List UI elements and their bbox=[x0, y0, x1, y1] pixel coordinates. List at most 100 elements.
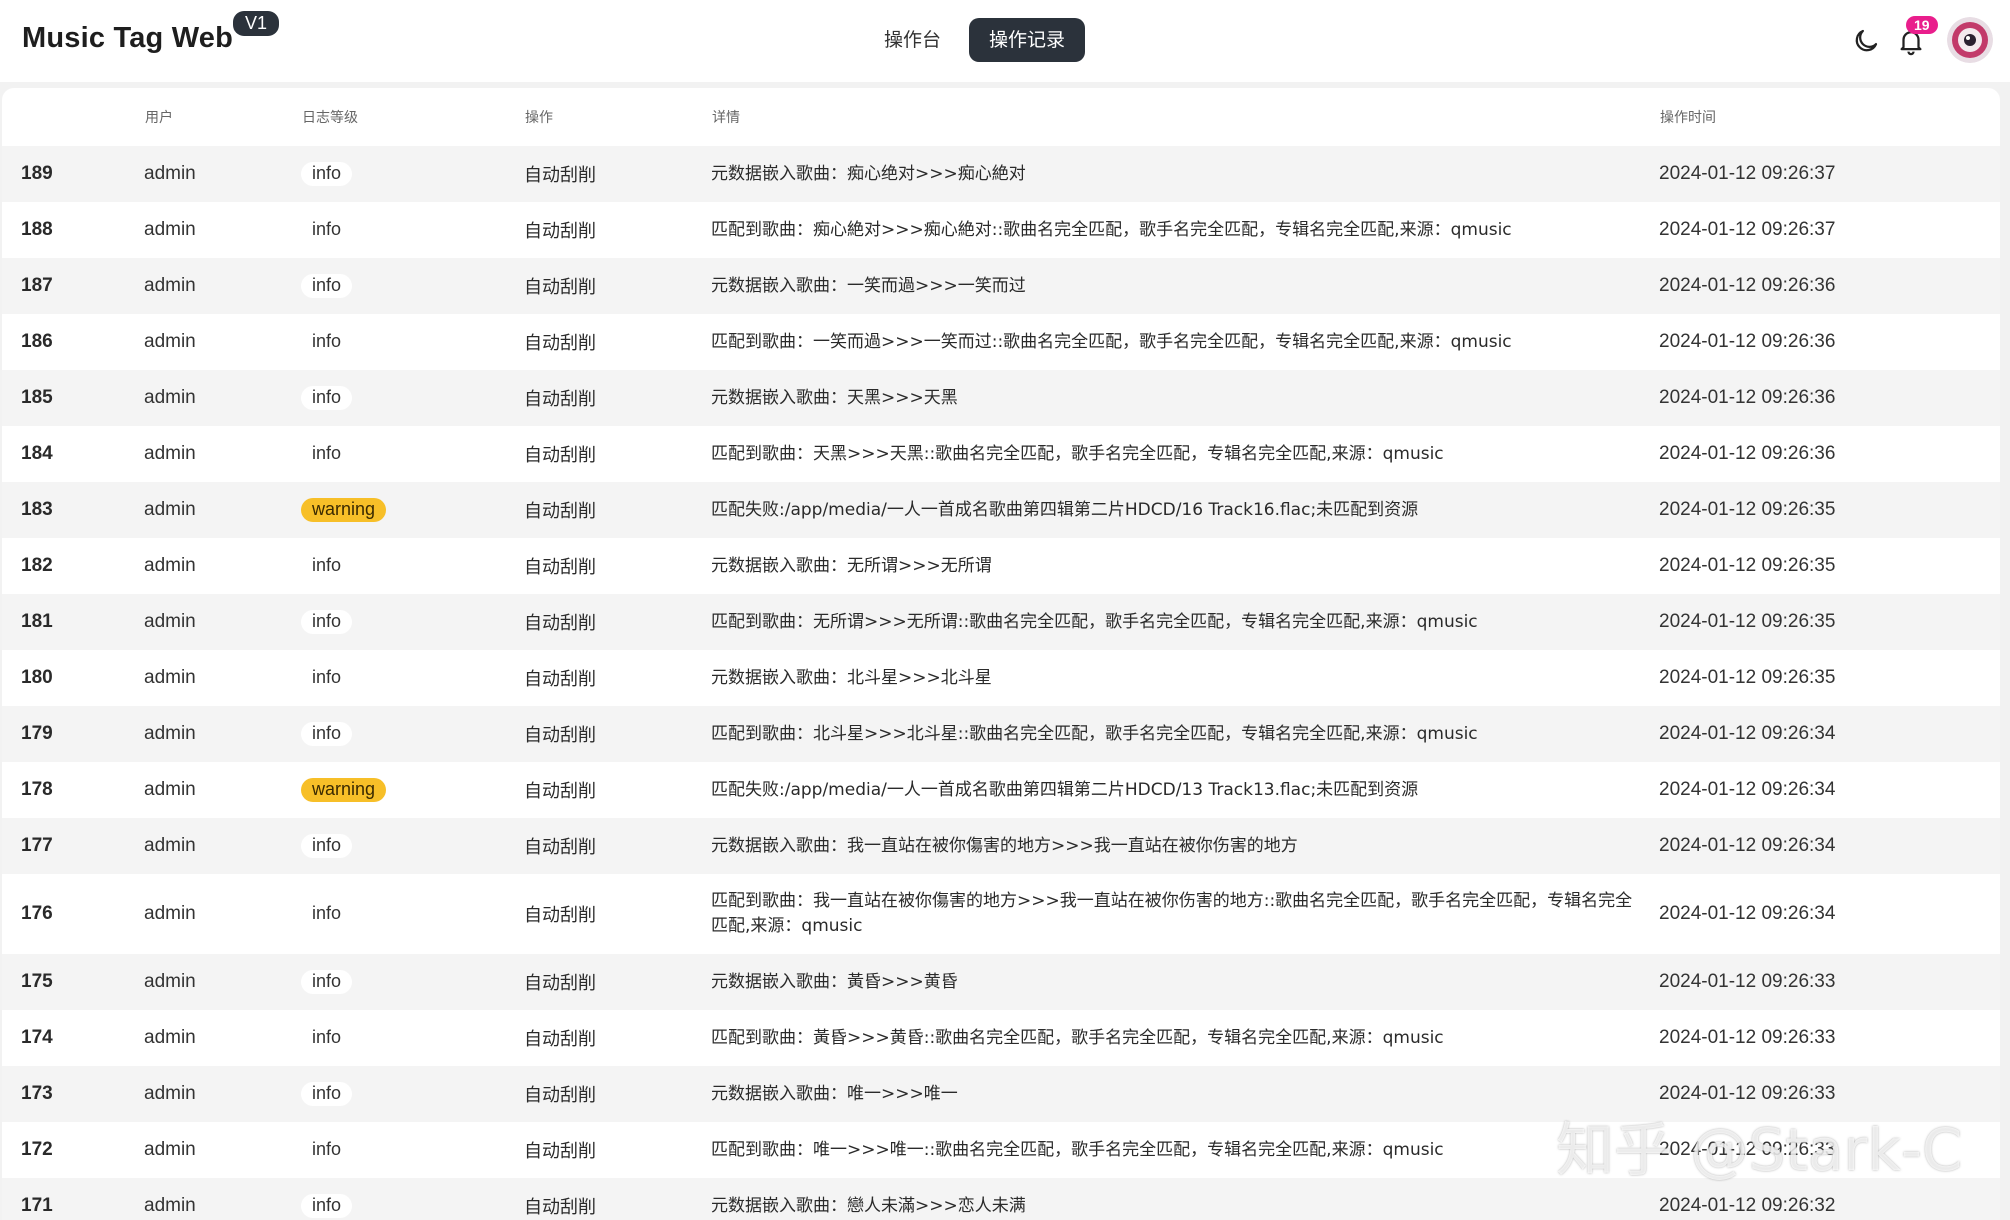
log-user-cell: admin bbox=[144, 835, 196, 856]
log-level-badge: warning bbox=[301, 778, 387, 802]
log-detail-cell: 匹配失败:/app/media/一人一首成名歌曲第四辑第二片HDCD/13 Tr… bbox=[711, 779, 1419, 800]
column-header-user[interactable]: 用户 bbox=[144, 88, 301, 146]
column-header-time[interactable]: 操作时间 bbox=[1659, 88, 2000, 146]
log-time-cell: 2024-01-12 09:26:34 bbox=[1659, 723, 1836, 744]
log-detail-cell: 匹配到歌曲：我一直站在被你傷害的地方>>>我一直站在被你伤害的地方::歌曲名完全… bbox=[711, 891, 1633, 936]
log-action-cell: 自动刮削 bbox=[524, 837, 596, 858]
log-id-cell: 183 bbox=[21, 499, 53, 520]
log-level-badge: info bbox=[301, 330, 353, 354]
log-level-cell: info bbox=[301, 594, 524, 650]
table-row[interactable]: 171 admin info 自动刮削 元数据嵌入歌曲：戀人未滿>>>恋人未满 2024-… bbox=[2, 1178, 2000, 1220]
log-level-cell: info bbox=[301, 1122, 524, 1178]
log-level-badge: info bbox=[301, 386, 353, 410]
log-detail-cell: 元数据嵌入歌曲：天黑>>>天黑 bbox=[711, 387, 958, 408]
table-row[interactable]: 187 admin info 自动刮削 元数据嵌入歌曲：一笑而過>>>一笑而过 2024-… bbox=[2, 258, 2000, 314]
log-id-cell: 186 bbox=[21, 331, 53, 352]
table-row[interactable]: 180 admin info 自动刮削 元数据嵌入歌曲：北斗星>>>北斗星 2024-01… bbox=[2, 650, 2000, 706]
log-user-cell: admin bbox=[144, 555, 196, 576]
column-header-log-level[interactable]: 日志等级 bbox=[301, 88, 524, 146]
log-id-cell: 172 bbox=[21, 1139, 53, 1160]
log-time-cell: 2024-01-12 09:26:35 bbox=[1659, 555, 1836, 576]
log-detail-cell: 元数据嵌入歌曲：戀人未滿>>>恋人未满 bbox=[711, 1195, 1026, 1216]
log-level-cell: warning bbox=[301, 482, 524, 538]
moon-icon[interactable] bbox=[1851, 26, 1881, 56]
log-level-badge: info bbox=[301, 666, 353, 690]
log-user-cell: admin bbox=[144, 779, 196, 800]
log-action-cell: 自动刮削 bbox=[524, 1141, 596, 1162]
column-header-action[interactable]: 操作 bbox=[524, 88, 711, 146]
table-row[interactable]: 181 admin info 自动刮削 匹配到歌曲：无所谓>>>无所谓::歌曲名完全匹配… bbox=[2, 594, 2000, 650]
log-user-cell: admin bbox=[144, 667, 196, 688]
table-row[interactable]: 173 admin info 自动刮削 元数据嵌入歌曲：唯一>>>唯一 2024-01-1… bbox=[2, 1066, 2000, 1122]
log-time-cell: 2024-01-12 09:26:35 bbox=[1659, 667, 1836, 688]
main-nav: 操作台 操作记录 bbox=[864, 18, 1086, 62]
log-level-cell: warning bbox=[301, 762, 524, 818]
table-row[interactable]: 188 admin info 自动刮削 匹配到歌曲：痴心絶对>>>痴心絶对::歌曲名完全… bbox=[2, 202, 2000, 258]
log-level-cell: info bbox=[301, 1010, 524, 1066]
log-id-cell: 182 bbox=[21, 555, 53, 576]
tab-operation-log[interactable]: 操作记录 bbox=[969, 18, 1086, 62]
log-action-cell: 自动刮削 bbox=[524, 1085, 596, 1106]
log-action-cell: 自动刮削 bbox=[524, 333, 596, 354]
table-row[interactable]: 186 admin info 自动刮削 匹配到歌曲：一笑而過>>>一笑而过::歌曲名完全… bbox=[2, 314, 2000, 370]
log-time-cell: 2024-01-12 09:26:33 bbox=[1659, 1139, 1836, 1160]
log-user-cell: admin bbox=[144, 903, 196, 924]
table-row[interactable]: 189 admin info 自动刮削 元数据嵌入歌曲：痴心绝对>>>痴心絶对 2024-… bbox=[2, 146, 2000, 202]
log-level-cell: info bbox=[301, 146, 524, 202]
log-level-badge: info bbox=[301, 722, 353, 746]
log-detail-cell: 元数据嵌入歌曲：一笑而過>>>一笑而过 bbox=[711, 275, 1026, 296]
table-row[interactable]: 174 admin info 自动刮削 匹配到歌曲：黃昏>>>黄昏::歌曲名完全匹配，歌… bbox=[2, 1010, 2000, 1066]
log-action-cell: 自动刮削 bbox=[524, 557, 596, 578]
log-level-badge: info bbox=[301, 162, 353, 186]
log-time-cell: 2024-01-12 09:26:33 bbox=[1659, 1027, 1836, 1048]
log-user-cell: admin bbox=[144, 1139, 196, 1160]
table-row[interactable]: 178 admin warning 自动刮削 匹配失败:/app/media/一人一首成… bbox=[2, 762, 2000, 818]
log-level-cell: info bbox=[301, 874, 524, 954]
log-id-cell: 180 bbox=[21, 667, 53, 688]
log-user-cell: admin bbox=[144, 971, 196, 992]
log-detail-cell: 元数据嵌入歌曲：黃昏>>>黄昏 bbox=[711, 971, 958, 992]
log-level-badge: info bbox=[301, 1138, 353, 1162]
log-action-cell: 自动刮削 bbox=[524, 277, 596, 298]
log-level-badge: info bbox=[301, 610, 353, 634]
log-detail-cell: 元数据嵌入歌曲：唯一>>>唯一 bbox=[711, 1083, 958, 1104]
table-row[interactable]: 179 admin info 自动刮削 匹配到歌曲：北斗星>>>北斗星::歌曲名完全匹配… bbox=[2, 706, 2000, 762]
log-detail-cell: 元数据嵌入歌曲：痴心绝对>>>痴心絶对 bbox=[711, 163, 1026, 184]
log-detail-cell: 匹配到歌曲：唯一>>>唯一::歌曲名完全匹配，歌手名完全匹配，专辑名完全匹配,来… bbox=[711, 1139, 1444, 1160]
log-id-cell: 175 bbox=[21, 971, 53, 992]
log-detail-cell: 元数据嵌入歌曲：北斗星>>>北斗星 bbox=[711, 667, 992, 688]
log-id-cell: 177 bbox=[21, 835, 53, 856]
table-row[interactable]: 177 admin info 自动刮削 元数据嵌入歌曲：我一直站在被你傷害的地方>>>我… bbox=[2, 818, 2000, 874]
log-time-cell: 2024-01-12 09:26:36 bbox=[1659, 387, 1836, 408]
log-level-cell: info bbox=[301, 1066, 524, 1122]
log-id-cell: 174 bbox=[21, 1027, 53, 1048]
log-user-cell: admin bbox=[144, 387, 196, 408]
notification-count-badge: 19 bbox=[1906, 16, 1938, 34]
log-action-cell: 自动刮削 bbox=[524, 445, 596, 466]
log-user-cell: admin bbox=[144, 1083, 196, 1104]
log-user-cell: admin bbox=[144, 275, 196, 296]
log-action-cell: 自动刮削 bbox=[524, 905, 596, 926]
table-row[interactable]: 183 admin warning 自动刮削 匹配失败:/app/media/一人一首成… bbox=[2, 482, 2000, 538]
log-id-cell: 171 bbox=[21, 1195, 53, 1216]
table-row[interactable]: 175 admin info 自动刮削 元数据嵌入歌曲：黃昏>>>黄昏 2024-01-1… bbox=[2, 954, 2000, 1010]
log-time-cell: 2024-01-12 09:26:37 bbox=[1659, 219, 1836, 240]
log-level-cell: info bbox=[301, 706, 524, 762]
log-time-cell: 2024-01-12 09:26:35 bbox=[1659, 499, 1836, 520]
table-row[interactable]: 182 admin info 自动刮削 元数据嵌入歌曲：无所谓>>>无所谓 2024-01… bbox=[2, 538, 2000, 594]
table-row[interactable]: 172 admin info 自动刮削 匹配到歌曲：唯一>>>唯一::歌曲名完全匹配，歌… bbox=[2, 1122, 2000, 1178]
table-row[interactable]: 184 admin info 自动刮削 匹配到歌曲：天黑>>>天黑::歌曲名完全匹配，歌… bbox=[2, 426, 2000, 482]
table-row[interactable]: 176 admin info 自动刮削 匹配到歌曲：我一直站在被你傷害的地方>>>我一直… bbox=[2, 874, 2000, 954]
log-action-cell: 自动刮削 bbox=[524, 501, 596, 522]
operation-log-table-card: 用户 日志等级 操作 详情 操作时间 189 admin info 自动刮削 元数据嵌入… bbox=[2, 88, 2000, 1220]
log-id-cell: 189 bbox=[21, 163, 53, 184]
log-level-badge: info bbox=[301, 274, 353, 298]
table-row[interactable]: 185 admin info 自动刮削 元数据嵌入歌曲：天黑>>>天黑 2024-01-1… bbox=[2, 370, 2000, 426]
version-badge: V1 bbox=[233, 11, 280, 36]
tab-console[interactable]: 操作台 bbox=[864, 18, 961, 62]
log-level-cell: info bbox=[301, 1178, 524, 1220]
avatar[interactable] bbox=[1947, 17, 1993, 63]
column-header-detail[interactable]: 详情 bbox=[711, 88, 1659, 146]
table-header-row: 用户 日志等级 操作 详情 操作时间 bbox=[2, 88, 2000, 146]
log-user-cell: admin bbox=[144, 723, 196, 744]
